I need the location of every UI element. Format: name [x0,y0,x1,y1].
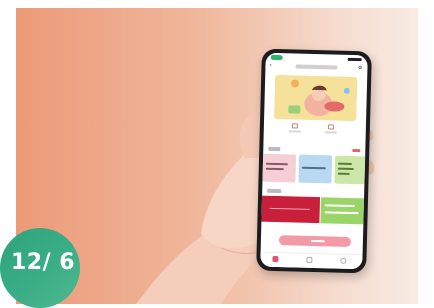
smartphone: ‹ ⚙ [256,48,372,274]
promo-banners [261,195,365,225]
phone-screen: ‹ ⚙ [260,52,368,270]
date-badge-text: 12/ 6 [11,250,76,275]
home-tab-icon[interactable] [272,255,279,263]
app-title [295,64,338,70]
see-more-link[interactable] [352,148,361,153]
category-card[interactable] [262,153,297,183]
app-bar: ‹ ⚙ [265,62,367,75]
promo-banner[interactable] [320,197,365,225]
section-heading [268,146,281,152]
illustration-art [274,74,358,122]
status-pill [270,54,283,61]
category-card[interactable] [298,154,333,184]
settings-icon[interactable]: ⚙ [358,65,363,71]
hero-illustration [274,74,358,122]
promo-banner[interactable] [261,195,321,224]
signal-battery-icon [347,57,362,62]
primary-cta-button[interactable] [278,235,352,247]
profile-tab-icon[interactable] [340,257,347,264]
category-card[interactable] [334,155,368,185]
search-tab-icon[interactable] [306,256,313,263]
quick-action[interactable] [288,123,302,133]
bottom-tab-bar [260,251,363,270]
back-arrow-icon[interactable]: ‹ [269,62,272,69]
quick-actions [264,123,366,138]
quick-action[interactable] [324,124,338,134]
section-heading [267,188,282,194]
category-cards [262,153,368,185]
